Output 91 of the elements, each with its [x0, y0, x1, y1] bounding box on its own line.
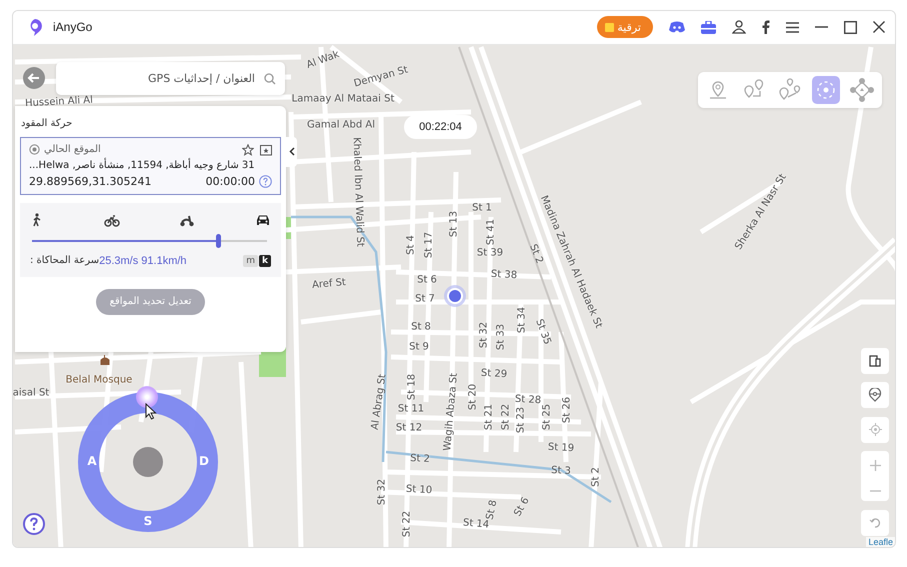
street-label: St 9	[409, 341, 429, 352]
direction-key-label: D	[198, 454, 210, 468]
street-label: Khaled Ibn Al Walid St	[350, 136, 366, 247]
ball-pin-icon	[868, 388, 882, 402]
street-label: St 1	[472, 202, 492, 214]
street-label: St 34	[516, 306, 528, 333]
poke-ball-button[interactable]	[861, 382, 889, 408]
street-label: St 2	[527, 242, 545, 266]
bicycle-icon[interactable]	[104, 212, 120, 227]
street-label: St 6	[512, 495, 532, 518]
street-label: St 28	[514, 394, 542, 406]
speed-label: سرعة المحاكاة :	[30, 255, 100, 266]
location-address: 31 شارع وجيه أباظة, 11594, منشأة ناصر, Helwa...	[29, 160, 256, 171]
street-label: Hussein Ali Al	[24, 94, 94, 110]
street-label: aisal St	[13, 387, 50, 398]
collapse-tab[interactable]	[286, 136, 297, 167]
street-label: Al Abrag St	[370, 373, 388, 430]
close-icon[interactable]	[873, 21, 885, 34]
street-label: St 35	[533, 318, 553, 346]
menu-icon[interactable]	[786, 22, 799, 33]
maximize-icon[interactable]	[844, 20, 857, 34]
location-marker-icon	[443, 284, 467, 308]
street-label: St 39	[476, 247, 504, 258]
street-label: St 10	[406, 484, 432, 496]
street-label: St 22	[500, 404, 512, 430]
star-icon[interactable]	[242, 144, 254, 156]
facebook-icon[interactable]	[762, 20, 770, 34]
mosque-icon	[100, 354, 110, 365]
street-label: St 25	[542, 404, 552, 430]
direction-key-label: A	[86, 454, 98, 468]
street-label: St 2	[410, 452, 430, 465]
device-toggle-button[interactable]	[861, 348, 889, 374]
speed-reading: 25.3m/s 91.1km/h	[99, 254, 187, 267]
street-label: St 19	[548, 442, 574, 454]
street-label: St 13	[448, 210, 460, 237]
chevron-left-icon	[288, 147, 294, 156]
street-label: St 33	[496, 324, 506, 350]
street-label: St 6	[417, 274, 437, 286]
elapsed-time: 00:00:00	[206, 174, 255, 188]
street-label: Al Wak	[305, 48, 341, 71]
panel-title: حركة المقود	[20, 118, 72, 129]
street-label: St 2	[590, 466, 602, 487]
street-label: Lamaay Al Mataai St	[292, 93, 394, 104]
car-icon[interactable]	[254, 212, 271, 227]
street-label: Demyan St	[352, 64, 410, 90]
target-icon	[29, 144, 40, 156]
user-icon[interactable]	[732, 20, 746, 34]
street-label: Aref St	[312, 276, 346, 291]
location-label: الموقع الحالي	[44, 144, 101, 156]
elapsed-timer: 00:22:04	[404, 114, 477, 139]
window-title: iAnyGo	[53, 20, 92, 34]
street-label: St 8	[411, 321, 431, 332]
street-label: St 23	[516, 406, 526, 433]
street-label: St 3	[550, 464, 572, 477]
help-icon[interactable]	[259, 174, 272, 188]
street-label: St 32	[478, 322, 490, 348]
street-label: St 18	[406, 374, 418, 400]
street-label: St 22	[402, 510, 412, 537]
street-label: St 4	[406, 234, 416, 255]
help-icon[interactable]	[23, 512, 45, 535]
discord-icon[interactable]	[669, 21, 685, 34]
toolbox-icon[interactable]	[701, 20, 716, 34]
location-coordinates: 29.889569,31.305241	[29, 174, 152, 188]
cursor-icon	[145, 402, 157, 420]
street-label: St 21	[484, 404, 494, 430]
street-label: St 32	[376, 478, 388, 505]
street-label: St 7	[415, 293, 435, 304]
street-label: St 11	[398, 403, 424, 414]
upgrade-button[interactable]: ترقية	[597, 16, 653, 38]
street-label: St 26	[562, 396, 572, 423]
folder-icon[interactable]	[260, 144, 272, 156]
crosshair-icon	[868, 423, 882, 436]
slider-thumb[interactable]	[216, 234, 221, 248]
street-label: Gamal Abd Al	[306, 119, 376, 130]
unit-toggle[interactable]: k	[259, 254, 271, 267]
street-label: St 17	[424, 232, 434, 258]
map-attribution-link[interactable]: Leafle	[866, 537, 895, 547]
undo-icon	[869, 516, 881, 529]
search-field[interactable]: العنوان / إحداثيات GPS	[56, 62, 285, 95]
minimize-icon[interactable]	[815, 26, 828, 28]
street-label: St 38	[490, 268, 518, 281]
street-label: St 29	[480, 368, 508, 380]
place-label: Belal Mosque	[66, 374, 132, 386]
devices-icon	[869, 354, 881, 367]
search-icon	[264, 72, 276, 85]
street-label: St 12	[396, 422, 422, 434]
street-label: St 20	[468, 384, 478, 410]
street-label: St 41	[486, 218, 496, 245]
unit-toggle[interactable]: m	[243, 254, 258, 267]
direction-key-label: S	[142, 514, 154, 528]
street-label: Wagih Abaza St	[442, 372, 460, 452]
